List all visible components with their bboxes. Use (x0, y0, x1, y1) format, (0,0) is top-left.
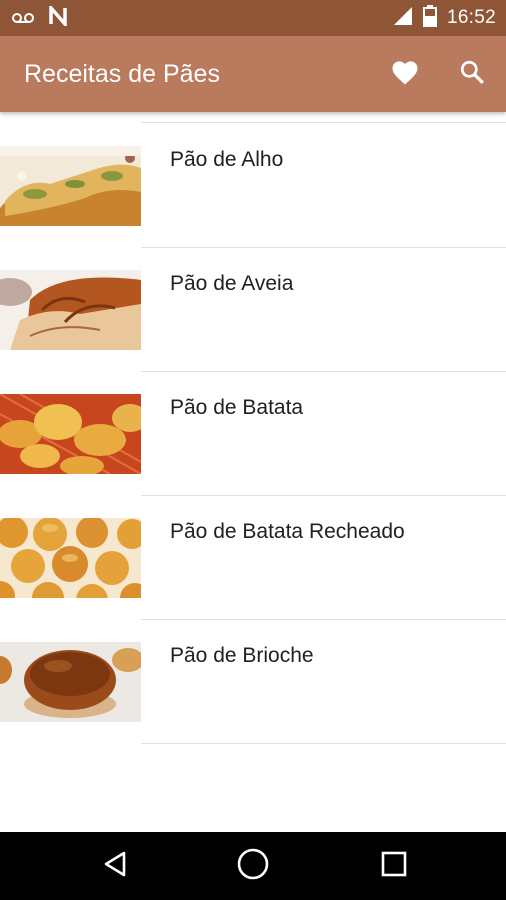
search-button[interactable] (452, 54, 492, 94)
recipe-name: Pão de Aveia (170, 272, 294, 295)
app-bar: Receitas de Pães (0, 36, 506, 112)
recipe-thumbnail (0, 394, 141, 474)
search-icon (459, 59, 485, 89)
signal-icon (393, 6, 413, 30)
n-notification-icon (48, 3, 68, 30)
list-divider (141, 743, 506, 744)
home-icon (236, 847, 270, 885)
recipe-name: Pão de Batata (170, 396, 304, 419)
status-time: 16:52 (446, 7, 496, 28)
list-item-pao-de-brioche[interactable]: Pão de Brioche (0, 620, 506, 744)
recipe-thumbnail (0, 270, 141, 350)
battery-icon (422, 5, 437, 31)
recents-button[interactable] (374, 846, 414, 886)
favorites-button[interactable] (385, 54, 425, 94)
recipe-name: Pão de Batata Recheado (170, 520, 405, 543)
list-item-pao-de-batata-recheado[interactable]: Pão de Batata Recheado (0, 496, 506, 620)
navigation-bar (0, 832, 506, 900)
recipe-thumbnail (0, 518, 141, 598)
recents-icon (381, 851, 407, 881)
back-icon (102, 850, 128, 882)
list-item-pao-de-aveia[interactable]: Pão de Aveia (0, 248, 506, 372)
list-top-divider (141, 122, 506, 123)
status-bar: 16:52 (0, 0, 506, 36)
list-item-pao-de-batata[interactable]: Pão de Batata (0, 372, 506, 496)
app-title: Receitas de Pães (24, 60, 220, 88)
recipe-thumbnail (0, 642, 141, 722)
recipe-name: Pão de Brioche (170, 644, 314, 667)
recipe-thumbnail (0, 146, 141, 226)
heart-icon (390, 58, 420, 90)
list-item-pao-de-alho[interactable]: Pão de Alho (0, 124, 506, 248)
home-button[interactable] (233, 846, 273, 886)
voicemail-icon (12, 9, 34, 28)
back-button[interactable] (95, 846, 135, 886)
recipe-name: Pão de Alho (170, 148, 284, 171)
